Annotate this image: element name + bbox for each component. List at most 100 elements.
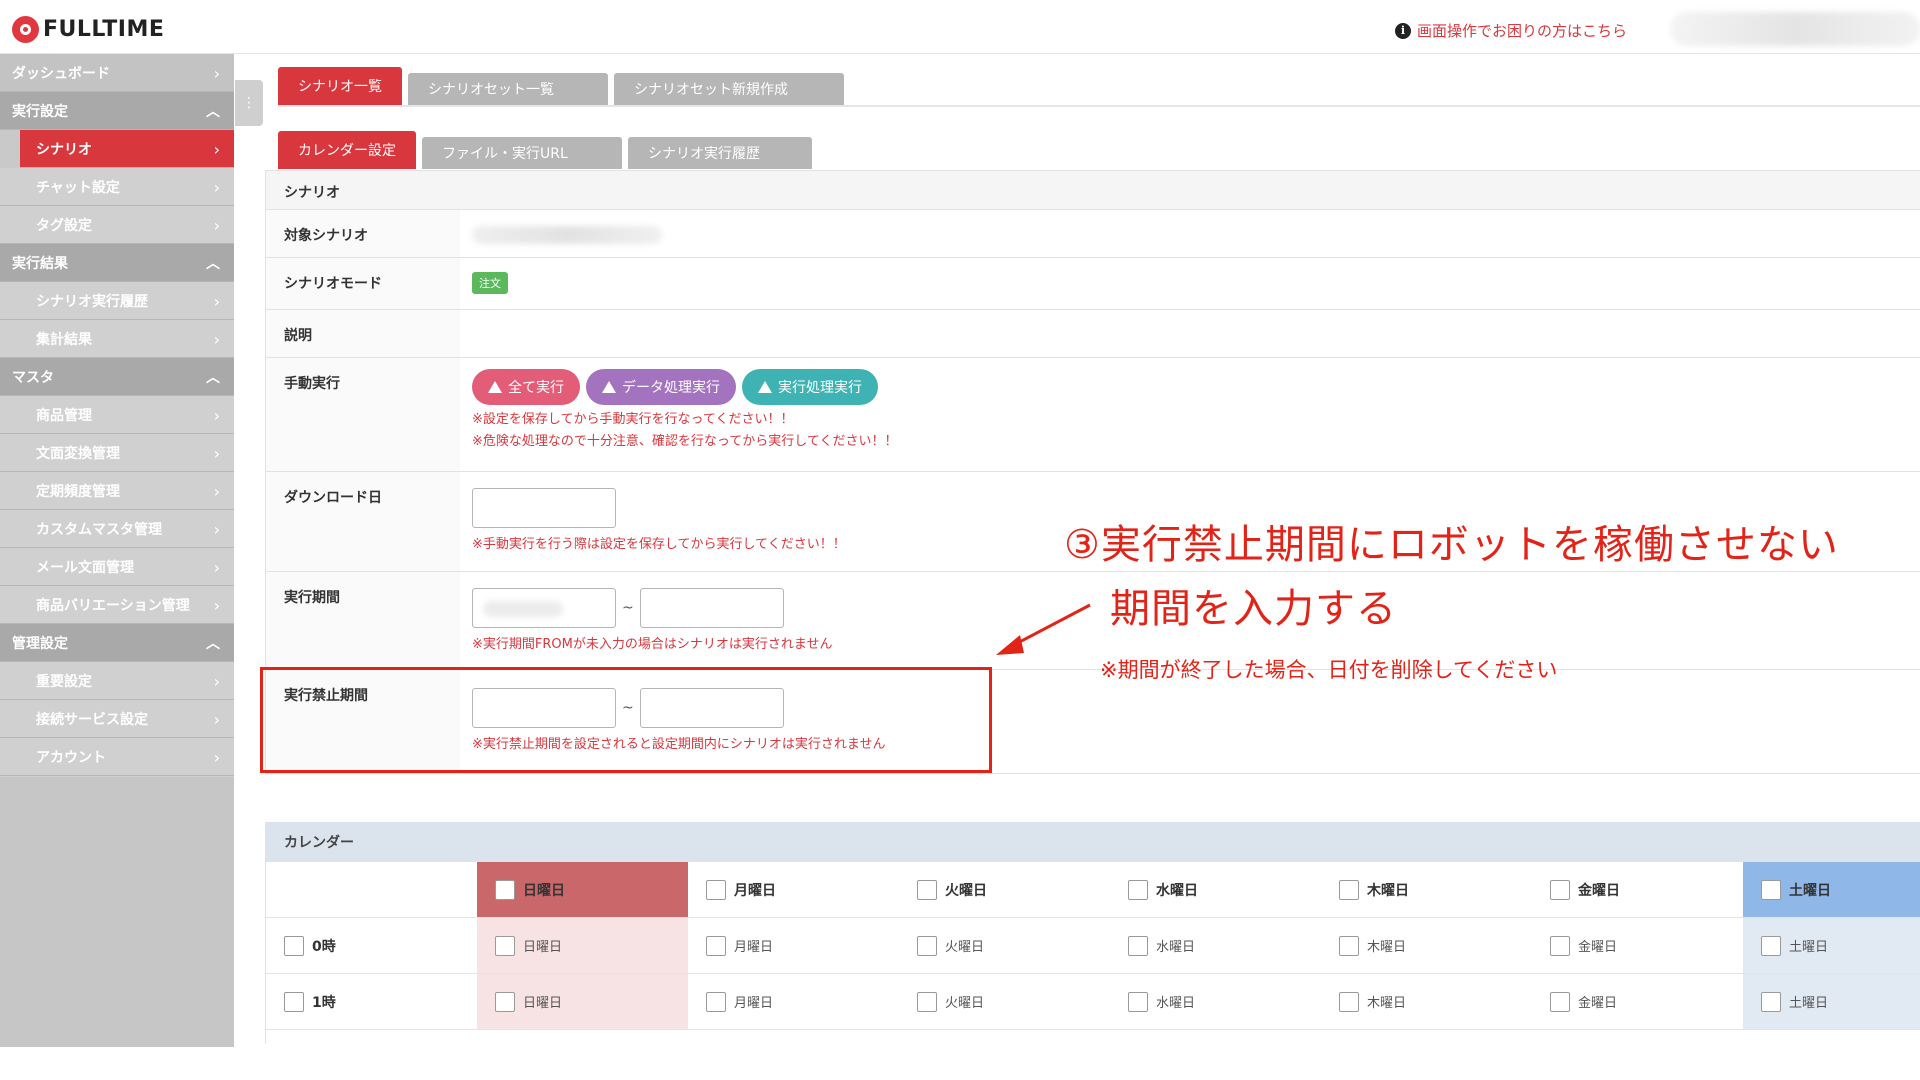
slot-checkbox[interactable] xyxy=(1339,935,1359,956)
slot-checkbox[interactable] xyxy=(1550,991,1570,1012)
download-date-input[interactable] xyxy=(472,488,616,528)
user-menu[interactable] xyxy=(1670,12,1920,46)
sidebar-item[interactable]: チャット設定 › xyxy=(0,168,234,206)
row-manual-exec: 手動実行 全て実行 データ処理実行 実行処理実行 ※設定を保存してから手動実行を… xyxy=(266,358,1920,472)
chevron-right-icon: › xyxy=(213,443,220,463)
calendar-slot[interactable]: 月曜日 xyxy=(688,918,899,973)
hour-checkbox[interactable] xyxy=(284,935,304,956)
sidebar-item[interactable]: 接続サービス設定 › xyxy=(0,700,234,738)
calendar-hour-row: 1時 日曜日 月曜日 火曜日 水曜日 木曜日 金曜日 土曜日 xyxy=(266,974,1920,1030)
calendar-slot[interactable]: 月曜日 xyxy=(688,974,899,1029)
sidebar-item[interactable]: ダッシュボード › xyxy=(0,54,234,92)
target-scenario-value xyxy=(472,226,662,244)
tab-scenario-list[interactable]: シナリオ一覧 xyxy=(278,67,402,105)
exec-period-to-input[interactable] xyxy=(639,588,784,628)
chevron-right-icon: › xyxy=(213,747,220,767)
run-exec-button[interactable]: 実行処理実行 xyxy=(742,369,878,405)
fulltime-logo[interactable]: FULLTIME xyxy=(12,16,164,43)
slot-checkbox[interactable] xyxy=(1128,991,1148,1012)
tab-scenario-set-new[interactable]: シナリオセット新規作成 xyxy=(614,73,844,105)
sidebar-item[interactable]: マスタ ︿ xyxy=(0,358,234,396)
slot-checkbox[interactable] xyxy=(1128,935,1148,956)
sidebar-item[interactable]: シナリオ実行履歴 › xyxy=(0,282,234,320)
form-section-header: シナリオ xyxy=(266,170,1920,210)
day-checkbox[interactable] xyxy=(495,879,515,900)
slot-checkbox[interactable] xyxy=(495,991,515,1012)
tab-scenario-set-list[interactable]: シナリオセット一覧 xyxy=(408,73,608,105)
slot-checkbox[interactable] xyxy=(917,935,937,956)
calendar-day-header[interactable]: 土曜日 xyxy=(1743,862,1920,917)
run-data-button[interactable]: データ処理実行 xyxy=(586,369,736,405)
sidebar-item[interactable]: 文面変換管理 › xyxy=(0,434,234,472)
tab-file-exec-url[interactable]: ファイル・実行URL xyxy=(422,137,622,169)
sidebar-item[interactable]: 重要設定 › xyxy=(0,662,234,700)
calendar-day-header[interactable]: 日曜日 xyxy=(477,862,688,917)
day-checkbox[interactable] xyxy=(1339,879,1359,900)
run-all-button[interactable]: 全て実行 xyxy=(472,369,580,405)
calendar-slot[interactable]: 水曜日 xyxy=(1110,918,1321,973)
slot-checkbox[interactable] xyxy=(1550,935,1570,956)
form-section-title: シナリオ xyxy=(266,171,1920,209)
slot-checkbox[interactable] xyxy=(495,935,515,956)
sidebar-item-label: 集計結果 xyxy=(36,331,92,348)
calendar-day-header[interactable]: 水曜日 xyxy=(1110,862,1321,917)
sidebar-collapse-handle[interactable]: ⋮ xyxy=(235,80,263,126)
sidebar-item[interactable]: アカウント › xyxy=(0,738,234,776)
slot-checkbox[interactable] xyxy=(917,991,937,1012)
chevron-right-icon: › xyxy=(213,519,220,539)
calendar-day-header[interactable]: 木曜日 xyxy=(1321,862,1532,917)
calendar-slot[interactable]: 火曜日 xyxy=(899,974,1110,1029)
help-link[interactable]: i 画面操作でお困りの方はこちら xyxy=(1395,20,1627,41)
chevron-right-icon: › xyxy=(213,63,220,83)
day-checkbox[interactable] xyxy=(1761,879,1781,900)
day-checkbox[interactable] xyxy=(917,879,937,900)
calendar-slot[interactable]: 火曜日 xyxy=(899,918,1110,973)
sidebar-item-label: 実行設定 xyxy=(12,103,68,120)
slot-checkbox[interactable] xyxy=(706,991,726,1012)
day-label: 火曜日 xyxy=(945,882,987,899)
hour-cell[interactable]: 0時 xyxy=(266,918,477,973)
slot-checkbox[interactable] xyxy=(1339,991,1359,1012)
sidebar-item[interactable]: 商品バリエーション管理 › xyxy=(0,586,234,624)
calendar-slot[interactable]: 木曜日 xyxy=(1321,974,1532,1029)
day-checkbox[interactable] xyxy=(706,879,726,900)
hour-checkbox[interactable] xyxy=(284,991,304,1012)
sidebar-item[interactable]: 管理設定 ︿ xyxy=(0,624,234,662)
calendar-slot[interactable]: 土曜日 xyxy=(1743,918,1920,973)
sidebar-item[interactable]: シナリオ › xyxy=(20,130,234,168)
slot-checkbox[interactable] xyxy=(1761,991,1781,1012)
calendar-slot[interactable]: 金曜日 xyxy=(1532,974,1743,1029)
tab-calendar-settings[interactable]: カレンダー設定 xyxy=(278,131,416,169)
sidebar-item-label: 文面変換管理 xyxy=(36,445,120,462)
logo-text: FULLTIME xyxy=(43,17,165,42)
sidebar-item[interactable]: カスタムマスタ管理 › xyxy=(0,510,234,548)
slot-checkbox[interactable] xyxy=(1761,935,1781,956)
sidebar-item[interactable]: 実行結果 ︿ xyxy=(0,244,234,282)
sidebar-item[interactable]: メール文面管理 › xyxy=(0,548,234,586)
sidebar-item[interactable]: タグ設定 › xyxy=(0,206,234,244)
sidebar-item[interactable]: 実行設定 ︿ xyxy=(0,92,234,130)
day-checkbox[interactable] xyxy=(1550,879,1570,900)
slot-label: 金曜日 xyxy=(1578,940,1618,955)
sidebar-item[interactable]: 定期頻度管理 › xyxy=(0,472,234,510)
sidebar-item[interactable]: 集計結果 › xyxy=(0,320,234,358)
tab-scenario-history[interactable]: シナリオ実行履歴 xyxy=(628,137,812,169)
calendar-slot[interactable]: 金曜日 xyxy=(1532,918,1743,973)
calendar-slot[interactable]: 日曜日 xyxy=(477,974,688,1029)
hour-cell[interactable]: 1時 xyxy=(266,974,477,1029)
calendar-slot[interactable]: 水曜日 xyxy=(1110,974,1321,1029)
day-label: 日曜日 xyxy=(523,882,565,899)
day-checkbox[interactable] xyxy=(1128,879,1148,900)
calendar-day-header[interactable]: 月曜日 xyxy=(688,862,899,917)
exec-period-note: ※実行期間FROMが未入力の場合はシナリオは実行されません xyxy=(472,637,833,652)
calendar-slot[interactable]: 日曜日 xyxy=(477,918,688,973)
calendar-slot[interactable]: 土曜日 xyxy=(1743,974,1920,1029)
exec-period-from-input[interactable] xyxy=(472,588,616,628)
sidebar-item[interactable]: 商品管理 › xyxy=(0,396,234,434)
download-date-label: ダウンロード日 xyxy=(266,472,460,571)
chevron-up-icon: ︿ xyxy=(206,636,220,652)
calendar-slot[interactable]: 木曜日 xyxy=(1321,918,1532,973)
calendar-day-header[interactable]: 金曜日 xyxy=(1532,862,1743,917)
calendar-day-header[interactable]: 火曜日 xyxy=(899,862,1110,917)
slot-checkbox[interactable] xyxy=(706,935,726,956)
